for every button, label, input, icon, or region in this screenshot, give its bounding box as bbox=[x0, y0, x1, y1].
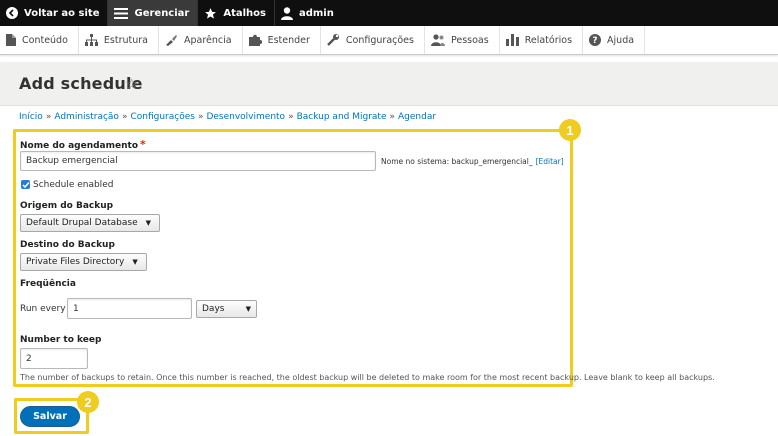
schedule-enabled-label[interactable]: Schedule enabled bbox=[33, 180, 113, 190]
wrench-icon bbox=[327, 34, 340, 46]
brush-icon bbox=[165, 34, 178, 46]
menu-item-label: Relatórios bbox=[524, 34, 573, 46]
breadcrumb-link-config[interactable]: Configurações bbox=[130, 112, 194, 122]
menu-item-label: Aparência bbox=[183, 34, 232, 46]
menu-item-label: Ajuda bbox=[607, 34, 635, 46]
backup-destination-select[interactable]: Private Files Directory ▼ bbox=[20, 253, 147, 271]
breadcrumb-separator: » bbox=[121, 112, 128, 122]
shortcuts-label: Atalhos bbox=[223, 7, 266, 19]
machine-name-edit-link[interactable]: [Editar] bbox=[536, 157, 564, 166]
file-icon bbox=[6, 34, 16, 46]
manage-tab[interactable]: Gerenciar bbox=[107, 0, 198, 26]
backup-destination-value: Private Files Directory bbox=[26, 257, 125, 267]
manage-label: Gerenciar bbox=[134, 7, 190, 19]
breadcrumb-separator: » bbox=[197, 112, 204, 122]
hamburger-icon bbox=[114, 7, 129, 19]
frequency-period-select[interactable]: Days ▼ bbox=[196, 300, 257, 318]
menu-item-label: Configurações bbox=[345, 34, 414, 46]
machine-name: Nome no sistema: backup_emergencial_ [Edi… bbox=[381, 157, 564, 166]
run-every-input[interactable] bbox=[67, 298, 192, 319]
menu-item-label: Conteúdo bbox=[22, 34, 68, 46]
page-header: Add schedule ☆ bbox=[0, 62, 778, 106]
schedule-name-label-text: Nome do agendamento bbox=[20, 141, 139, 151]
menu-item-content[interactable]: Conteúdo bbox=[0, 26, 79, 54]
breadcrumb-link-development[interactable]: Desenvolvimento bbox=[206, 112, 285, 122]
people-icon bbox=[430, 34, 445, 46]
menu-item-appearance[interactable]: Aparência bbox=[159, 26, 243, 54]
help-icon: ? bbox=[589, 34, 602, 46]
run-every-label: Run every bbox=[20, 304, 66, 314]
backup-source-value: Default Drupal Database bbox=[26, 218, 138, 228]
frequency-label: Freqüência bbox=[20, 279, 76, 289]
menu-item-label: Estender bbox=[267, 34, 310, 46]
number-to-keep-input[interactable] bbox=[20, 348, 88, 369]
shortcuts-tab[interactable]: Atalhos bbox=[197, 0, 274, 26]
user-tab[interactable]: admin bbox=[273, 0, 342, 26]
save-button[interactable]: Salvar bbox=[20, 406, 80, 427]
back-to-site-link[interactable]: Voltar ao site bbox=[0, 0, 107, 26]
backup-destination-label: Destino do Backup bbox=[20, 240, 115, 250]
breadcrumb-link-home[interactable]: Início bbox=[19, 112, 43, 122]
breadcrumb-separator: » bbox=[45, 112, 52, 122]
menu-item-configuration[interactable]: Configurações bbox=[321, 26, 425, 54]
menu-item-extend[interactable]: Estender bbox=[243, 26, 321, 54]
bar-chart-icon bbox=[505, 34, 519, 46]
menu-item-structure[interactable]: Estrutura bbox=[79, 26, 159, 54]
annotation-badge-1: 1 bbox=[559, 119, 581, 141]
backup-source-select[interactable]: Default Drupal Database ▼ bbox=[20, 214, 160, 232]
user-icon bbox=[280, 6, 293, 20]
breadcrumb-separator: » bbox=[389, 112, 395, 122]
checkmark-icon bbox=[21, 181, 30, 188]
breadcrumb-separator: » bbox=[288, 112, 294, 122]
number-to-keep-description: The number of backups to retain. Once th… bbox=[20, 373, 715, 382]
dropdown-caret-icon: ▼ bbox=[245, 305, 251, 313]
shortcut-star-icon[interactable]: ☆ bbox=[125, 75, 138, 93]
svg-text:?: ? bbox=[592, 36, 597, 46]
menu-item-label: Pessoas bbox=[450, 34, 489, 46]
backup-source-label: Origem do Backup bbox=[20, 201, 114, 211]
dropdown-caret-icon: ▼ bbox=[145, 219, 152, 227]
menu-item-reports[interactable]: Relatórios bbox=[500, 26, 584, 54]
back-arrow-icon bbox=[6, 7, 18, 19]
menu-item-label: Estrutura bbox=[103, 34, 148, 46]
sitemap-icon bbox=[84, 34, 98, 46]
schedule-name-label: Nome do agendamento * bbox=[20, 138, 146, 151]
admin-toolbar: Voltar ao site Gerenciar Atalhos admin bbox=[0, 0, 778, 26]
user-label: admin bbox=[298, 7, 334, 19]
breadcrumb-link-admin[interactable]: Administração bbox=[54, 112, 119, 122]
breadcrumb: Início» Administração» Configurações» Desen… bbox=[19, 112, 436, 122]
dropdown-caret-icon: ▼ bbox=[132, 258, 138, 266]
required-mark: * bbox=[140, 138, 146, 151]
admin-menu: Conteúdo Estrutura Aparência Estender Co… bbox=[0, 26, 778, 55]
star-icon bbox=[204, 7, 217, 20]
breadcrumb-link-schedule[interactable]: Agendar bbox=[398, 112, 436, 122]
annotation-badge-2: 2 bbox=[77, 391, 99, 413]
frequency-period-value: Days bbox=[202, 304, 225, 314]
back-to-site-label: Voltar ao site bbox=[24, 7, 100, 19]
menu-item-help[interactable]: ? Ajuda bbox=[583, 26, 646, 54]
number-to-keep-label: Number to keep bbox=[20, 335, 102, 345]
schedule-enabled-checkbox[interactable] bbox=[21, 180, 30, 189]
menu-item-people[interactable]: Pessoas bbox=[425, 26, 500, 54]
schedule-name-input[interactable] bbox=[20, 151, 376, 171]
puzzle-icon bbox=[248, 34, 262, 46]
machine-name-text: Nome no sistema: backup_emergencial_ bbox=[381, 157, 533, 166]
breadcrumb-link-backup[interactable]: Backup and Migrate bbox=[297, 112, 387, 122]
